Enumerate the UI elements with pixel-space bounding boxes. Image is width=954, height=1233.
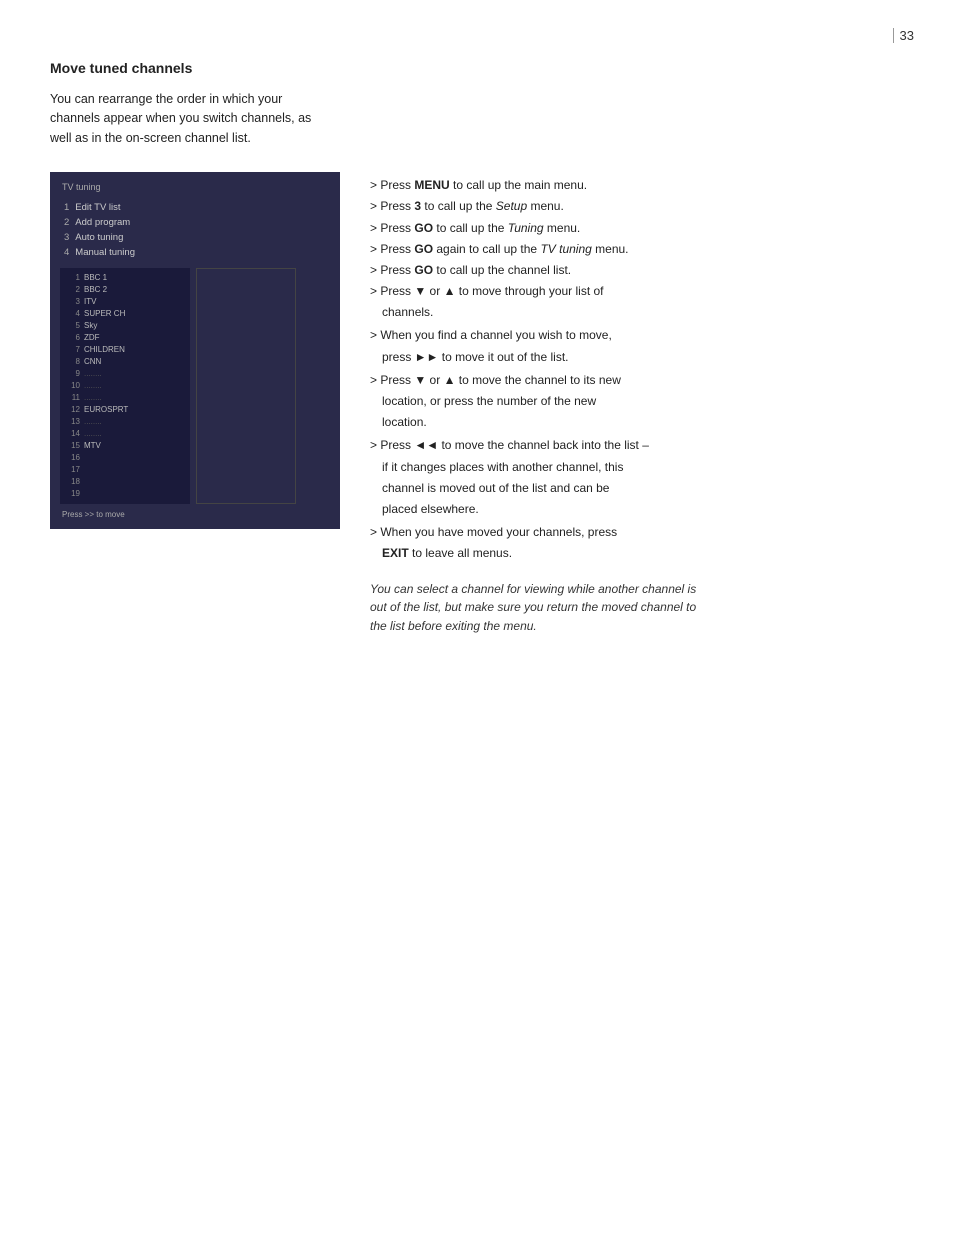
ch-14: 14........ (66, 428, 184, 440)
ch-4: 4SUPER CH (66, 308, 184, 320)
ch-16: 16 (66, 452, 184, 464)
instr-loc-1: > Press ▼ or ▲ to move the channel to it… (370, 371, 904, 390)
menu-item-3: 3Auto tuning (60, 230, 330, 245)
instr-move-back: > Press ◄◄ to move the channel back into… (370, 436, 904, 519)
instr-exit-1: > When you have moved your channels, pre… (370, 523, 904, 542)
tv-screen-title: TV tuning (60, 182, 330, 192)
ch-11: 11........ (66, 392, 184, 404)
instr-loc-2: location, or press the number of the new (370, 392, 904, 411)
instr-go-tuning: > Press GO to call up the Tuning menu. (370, 219, 904, 238)
instructions-col: > Press MENU to call up the main menu. >… (370, 172, 904, 635)
instr-wish-to-move: > When you find a channel you wish to mo… (370, 326, 904, 366)
tv-screen: TV tuning 1Edit TV list 2Add program 3Au… (50, 172, 340, 529)
ch-6: 6ZDF (66, 332, 184, 344)
ch-1: 1BBC 1 (66, 272, 184, 284)
channel-list-panel: 1BBC 1 2BBC 2 3ITV 4SUPER CH 5Sky 6ZDF 7… (60, 268, 190, 504)
channel-right-panel (196, 268, 296, 504)
instr-go-channellist: > Press GO to call up the channel list. (370, 261, 904, 280)
ch-12: 12EUROSPRT (66, 404, 184, 416)
instr-back-3: channel is moved out of the list and can… (370, 479, 904, 498)
instr-back-2: if it changes places with another channe… (370, 458, 904, 477)
ch-7: 7CHILDREN (66, 344, 184, 356)
instr-wish-2: press ►► to move it out of the list. (370, 348, 904, 367)
ch-10: 10........ (66, 380, 184, 392)
menu-item-1: 1Edit TV list (60, 200, 330, 215)
instr-menu: > Press MENU to call up the main menu. (370, 176, 904, 195)
instr-3: > Press 3 to call up the Setup menu. (370, 197, 904, 216)
ch-5: 5Sky (66, 320, 184, 332)
instr-arrow-1-cont: channels. (370, 303, 904, 322)
intro-text: You can rearrange the order in which you… (50, 90, 330, 148)
ch-15: 15MTV (66, 440, 184, 452)
ch-17: 17 (66, 464, 184, 476)
tv-ui-container: TV tuning 1Edit TV list 2Add program 3Au… (50, 172, 340, 529)
instr-go-tvtuning: > Press GO again to call up the TV tunin… (370, 240, 904, 259)
section-title: Move tuned channels (50, 60, 904, 76)
page-number: 33 (893, 28, 914, 43)
tv-menu-list: 1Edit TV list 2Add program 3Auto tuning … (60, 200, 330, 260)
ch-3: 3ITV (66, 296, 184, 308)
menu-item-2: 2Add program (60, 215, 330, 230)
ch-2: 2BBC 2 (66, 284, 184, 296)
menu-item-4: 4Manual tuning (60, 245, 330, 260)
instr-wish-1: > When you find a channel you wish to mo… (370, 326, 904, 345)
instr-move-through: > Press ▼ or ▲ to move through your list… (370, 282, 904, 322)
note-block: You can select a channel for viewing whi… (370, 580, 710, 636)
ch-13: 13........ (66, 416, 184, 428)
content-area: Move tuned channels You can rearrange th… (0, 0, 954, 675)
ch-18: 18 (66, 476, 184, 488)
instr-move-location: > Press ▼ or ▲ to move the channel to it… (370, 371, 904, 433)
tv-footer-text: Press >> to move (60, 510, 330, 519)
instr-exit-2: EXIT to leave all menus. (370, 544, 904, 563)
instr-back-4: placed elsewhere. (370, 500, 904, 519)
ch-19: 19 (66, 488, 184, 500)
instr-back-1: > Press ◄◄ to move the channel back into… (370, 436, 904, 455)
ch-8: 8CNN (66, 356, 184, 368)
channel-panel-wrapper: 1BBC 1 2BBC 2 3ITV 4SUPER CH 5Sky 6ZDF 7… (60, 268, 330, 504)
instr-arrow-1: > Press ▼ or ▲ to move through your list… (370, 282, 904, 301)
instr-exit: > When you have moved your channels, pre… (370, 523, 904, 563)
ch-9: 9........ (66, 368, 184, 380)
two-column-layout: TV tuning 1Edit TV list 2Add program 3Au… (50, 172, 904, 635)
instr-loc-3: location. (370, 413, 904, 432)
